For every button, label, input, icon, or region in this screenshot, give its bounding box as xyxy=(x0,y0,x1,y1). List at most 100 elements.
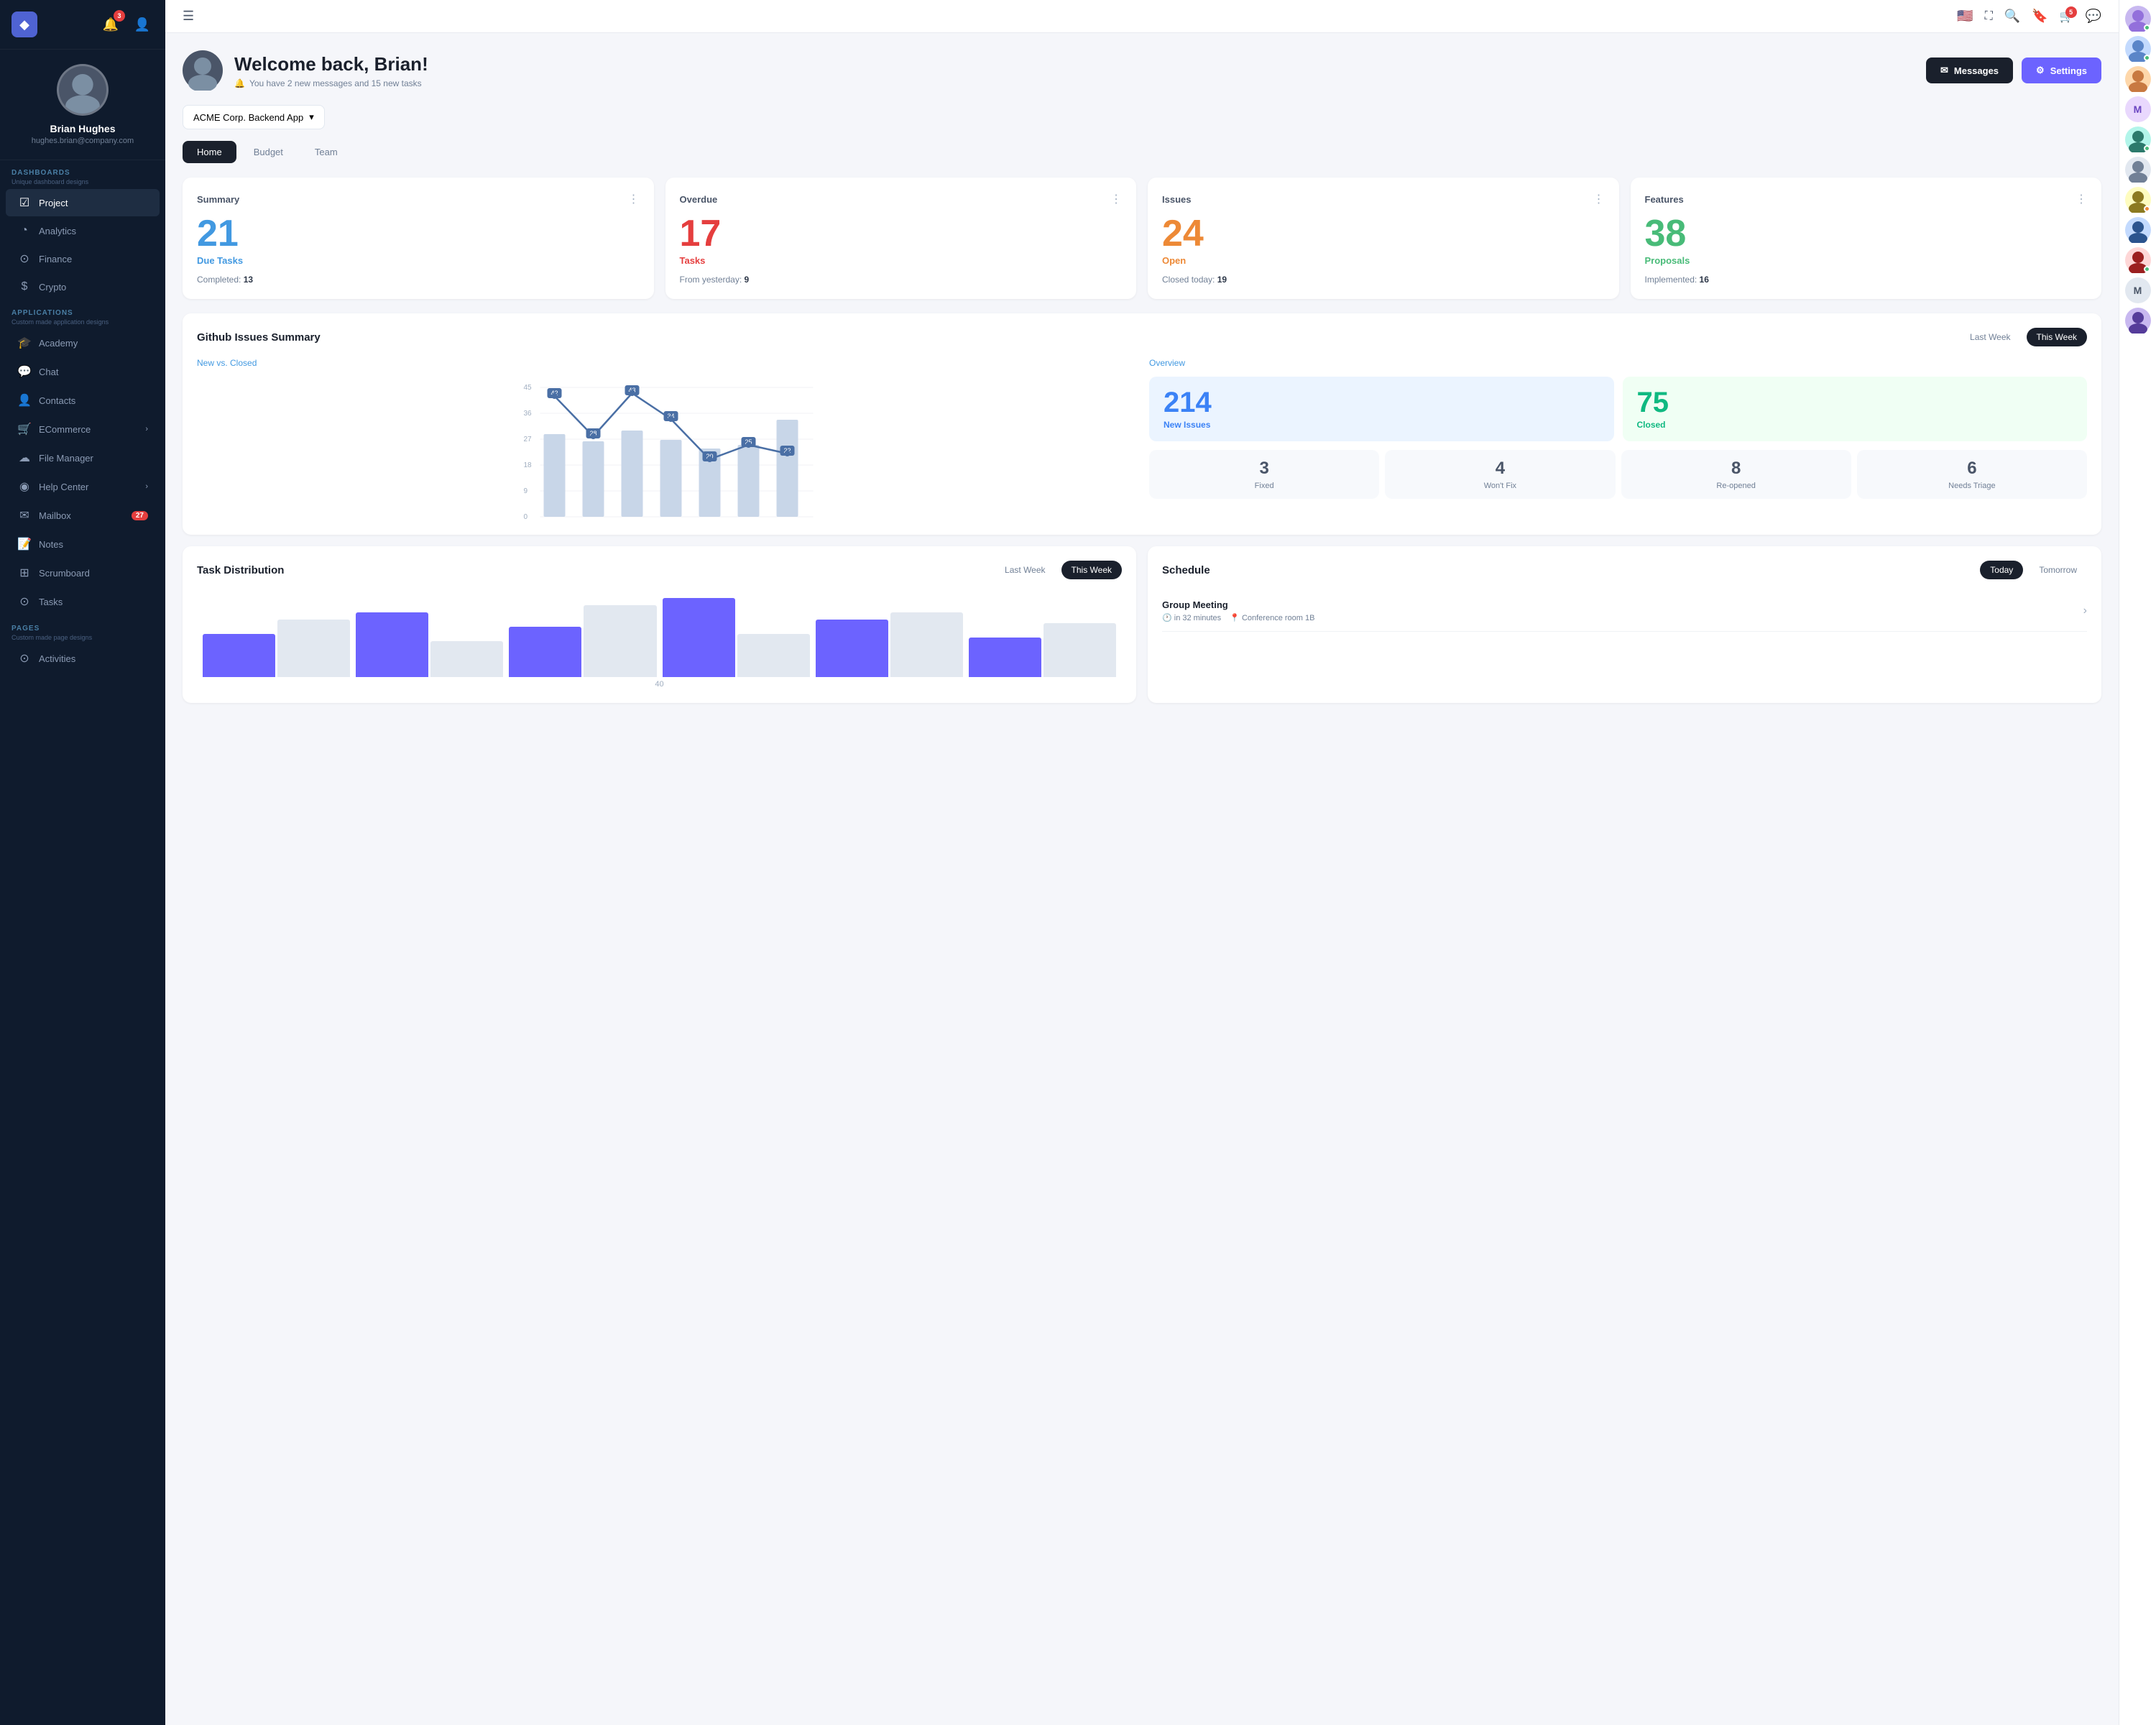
chevron-right-icon: › xyxy=(145,425,148,433)
bookmark-icon[interactable]: 🔖 xyxy=(2032,9,2047,24)
sidebar-item-chat[interactable]: 💬 Chat xyxy=(6,358,160,385)
sidebar-item-label: ECommerce xyxy=(39,424,91,435)
avatar xyxy=(57,64,109,116)
messages-button[interactable]: ✉ Messages xyxy=(1926,58,2013,83)
user-email: hughes.brian@company.com xyxy=(32,137,134,145)
helpcenter-icon: ◉ xyxy=(17,479,32,494)
svg-text:36: 36 xyxy=(524,410,533,418)
logo-icon[interactable]: ◆ xyxy=(11,12,37,37)
sidebar-item-academy[interactable]: 🎓 Academy xyxy=(6,329,160,356)
chevron-right-icon[interactable]: › xyxy=(2083,604,2087,617)
sidebar-item-mailbox[interactable]: ✉ Mailbox 27 xyxy=(6,502,160,529)
stat-number: 24 xyxy=(1162,215,1605,252)
stat-number: 38 xyxy=(1645,215,2088,252)
sidebar-item-label: Scrumboard xyxy=(39,568,90,579)
right-avatar-11[interactable] xyxy=(2125,308,2151,334)
task-dist-tabs: Last Week This Week xyxy=(995,561,1122,579)
chart-tab-group: Last Week This Week xyxy=(1960,328,2087,346)
fixed-number: 3 xyxy=(1259,459,1268,479)
tab-home[interactable]: Home xyxy=(183,141,236,163)
tab-last-week[interactable]: Last Week xyxy=(1960,328,2020,346)
sidebar-item-helpcenter[interactable]: ◉ Help Center › xyxy=(6,473,160,500)
sidebar-item-ecommerce[interactable]: 🛒 ECommerce › xyxy=(6,415,160,443)
sidebar-item-contacts[interactable]: 👤 Contacts xyxy=(6,387,160,414)
wontfix-number: 4 xyxy=(1496,459,1505,479)
sidebar-item-notes[interactable]: 📝 Notes xyxy=(6,530,160,558)
location-icon: 📍 Conference room 1B xyxy=(1230,613,1314,622)
sidebar-item-tasks[interactable]: ⊙ Tasks xyxy=(6,588,160,615)
tab-budget[interactable]: Budget xyxy=(239,141,298,163)
applications-sub: Custom made application designs xyxy=(11,318,154,326)
user-circle-icon[interactable]: 👤 xyxy=(131,13,154,36)
right-avatar-10[interactable]: M xyxy=(2125,277,2151,303)
sidebar-item-label: File Manager xyxy=(39,453,93,464)
online-dot xyxy=(2144,24,2150,31)
sidebar-item-scrumboard[interactable]: ⊞ Scrumboard xyxy=(6,559,160,586)
right-avatar-4[interactable]: M xyxy=(2125,96,2151,122)
bar-group-5 xyxy=(816,612,963,677)
right-avatar-1[interactable] xyxy=(2125,6,2151,32)
right-avatar-9[interactable] xyxy=(2125,247,2151,273)
online-dot xyxy=(2144,55,2150,61)
sidebar-item-label: Crypto xyxy=(39,282,66,293)
tab-this-week-task[interactable]: This Week xyxy=(1061,561,1122,579)
tab-today[interactable]: Today xyxy=(1980,561,2023,579)
sidebar-item-analytics[interactable]: ◔ Analytics xyxy=(6,218,160,244)
dashboards-section: DASHBOARDS Unique dashboard designs xyxy=(0,160,165,188)
contacts-icon: 👤 xyxy=(17,393,32,408)
notification-badge: 3 xyxy=(114,10,125,22)
cart-badge: 5 xyxy=(2065,6,2077,18)
right-avatar-7[interactable] xyxy=(2125,187,2151,213)
card-menu-icon[interactable]: ⋮ xyxy=(2076,192,2087,206)
hamburger-icon[interactable]: ☰ xyxy=(183,9,194,24)
tab-last-week-task[interactable]: Last Week xyxy=(995,561,1055,579)
right-avatar-6[interactable] xyxy=(2125,157,2151,183)
sidebar-item-crypto[interactable]: $ Crypto xyxy=(6,274,160,300)
search-icon[interactable]: 🔍 xyxy=(2004,9,2020,24)
user-name: Brian Hughes xyxy=(50,123,115,134)
right-avatar-8[interactable] xyxy=(2125,217,2151,243)
card-menu-icon[interactable]: ⋮ xyxy=(1110,192,1122,206)
cart-icon[interactable]: 🛒 5 xyxy=(2060,9,2074,24)
bar-group-2 xyxy=(356,612,503,677)
tab-team[interactable]: Team xyxy=(300,141,352,163)
task-dist-label: 40 xyxy=(197,680,1122,689)
project-icon: ☑ xyxy=(17,196,32,210)
expand-icon[interactable]: ⛶ xyxy=(1985,10,1993,23)
sidebar-item-filemanager[interactable]: ☁ File Manager xyxy=(6,444,160,472)
card-menu-icon[interactable]: ⋮ xyxy=(1593,192,1605,206)
github-issues-card: Github Issues Summary Last Week This Wee… xyxy=(183,313,2101,535)
bar-blue-5 xyxy=(816,620,888,677)
academy-icon: 🎓 xyxy=(17,336,32,350)
overview-grid: 214 New Issues 75 Closed xyxy=(1149,377,2087,441)
closed-number: 75 xyxy=(1637,388,1669,417)
task-dist-title: Task Distribution xyxy=(197,564,284,576)
tab-this-week[interactable]: This Week xyxy=(2027,328,2087,346)
sidebar-item-activities[interactable]: ⊙ Activities xyxy=(6,645,160,672)
sidebar-item-finance[interactable]: ⊙ Finance xyxy=(6,245,160,272)
stat-cards: Summary ⋮ 21 Due Tasks Completed: 13 Ove… xyxy=(183,178,2101,299)
card-menu-icon[interactable]: ⋮ xyxy=(628,192,640,206)
messages-icon[interactable]: 💬 xyxy=(2086,9,2101,24)
project-selector[interactable]: ACME Corp. Backend App ▾ xyxy=(183,105,325,129)
right-avatar-3[interactable] xyxy=(2125,66,2151,92)
stat-number: 21 xyxy=(197,215,640,252)
sidebar-item-project[interactable]: ☑ Project xyxy=(6,189,160,216)
chart-area: 0 9 18 27 36 45 xyxy=(197,377,1135,520)
topbar: ☰ 🇺🇸 ⛶ 🔍 🔖 🛒 5 💬 xyxy=(165,0,2119,33)
schedule-event-title: Group Meeting xyxy=(1162,599,1314,610)
settings-button[interactable]: ⚙ Settings xyxy=(2022,58,2101,83)
sidebar-header: ◆ 🔔 3 👤 xyxy=(0,0,165,50)
bottom-row: Task Distribution Last Week This Week xyxy=(183,546,2101,703)
dashboards-sub: Unique dashboard designs xyxy=(11,178,154,185)
mailbox-badge: 27 xyxy=(132,511,148,520)
notification-bell[interactable]: 🔔 3 xyxy=(99,13,122,36)
svg-text:45: 45 xyxy=(524,384,533,392)
stat-wontfix: 4 Won't Fix xyxy=(1385,450,1615,499)
schedule-item: Group Meeting 🕐 in 32 minutes 📍 Conferen… xyxy=(1162,591,2087,632)
task-distribution-card: Task Distribution Last Week This Week xyxy=(183,546,1136,703)
right-avatar-5[interactable] xyxy=(2125,126,2151,152)
tab-tomorrow[interactable]: Tomorrow xyxy=(2029,561,2087,579)
flag-icon[interactable]: 🇺🇸 xyxy=(1957,9,1973,24)
right-avatar-2[interactable] xyxy=(2125,36,2151,62)
